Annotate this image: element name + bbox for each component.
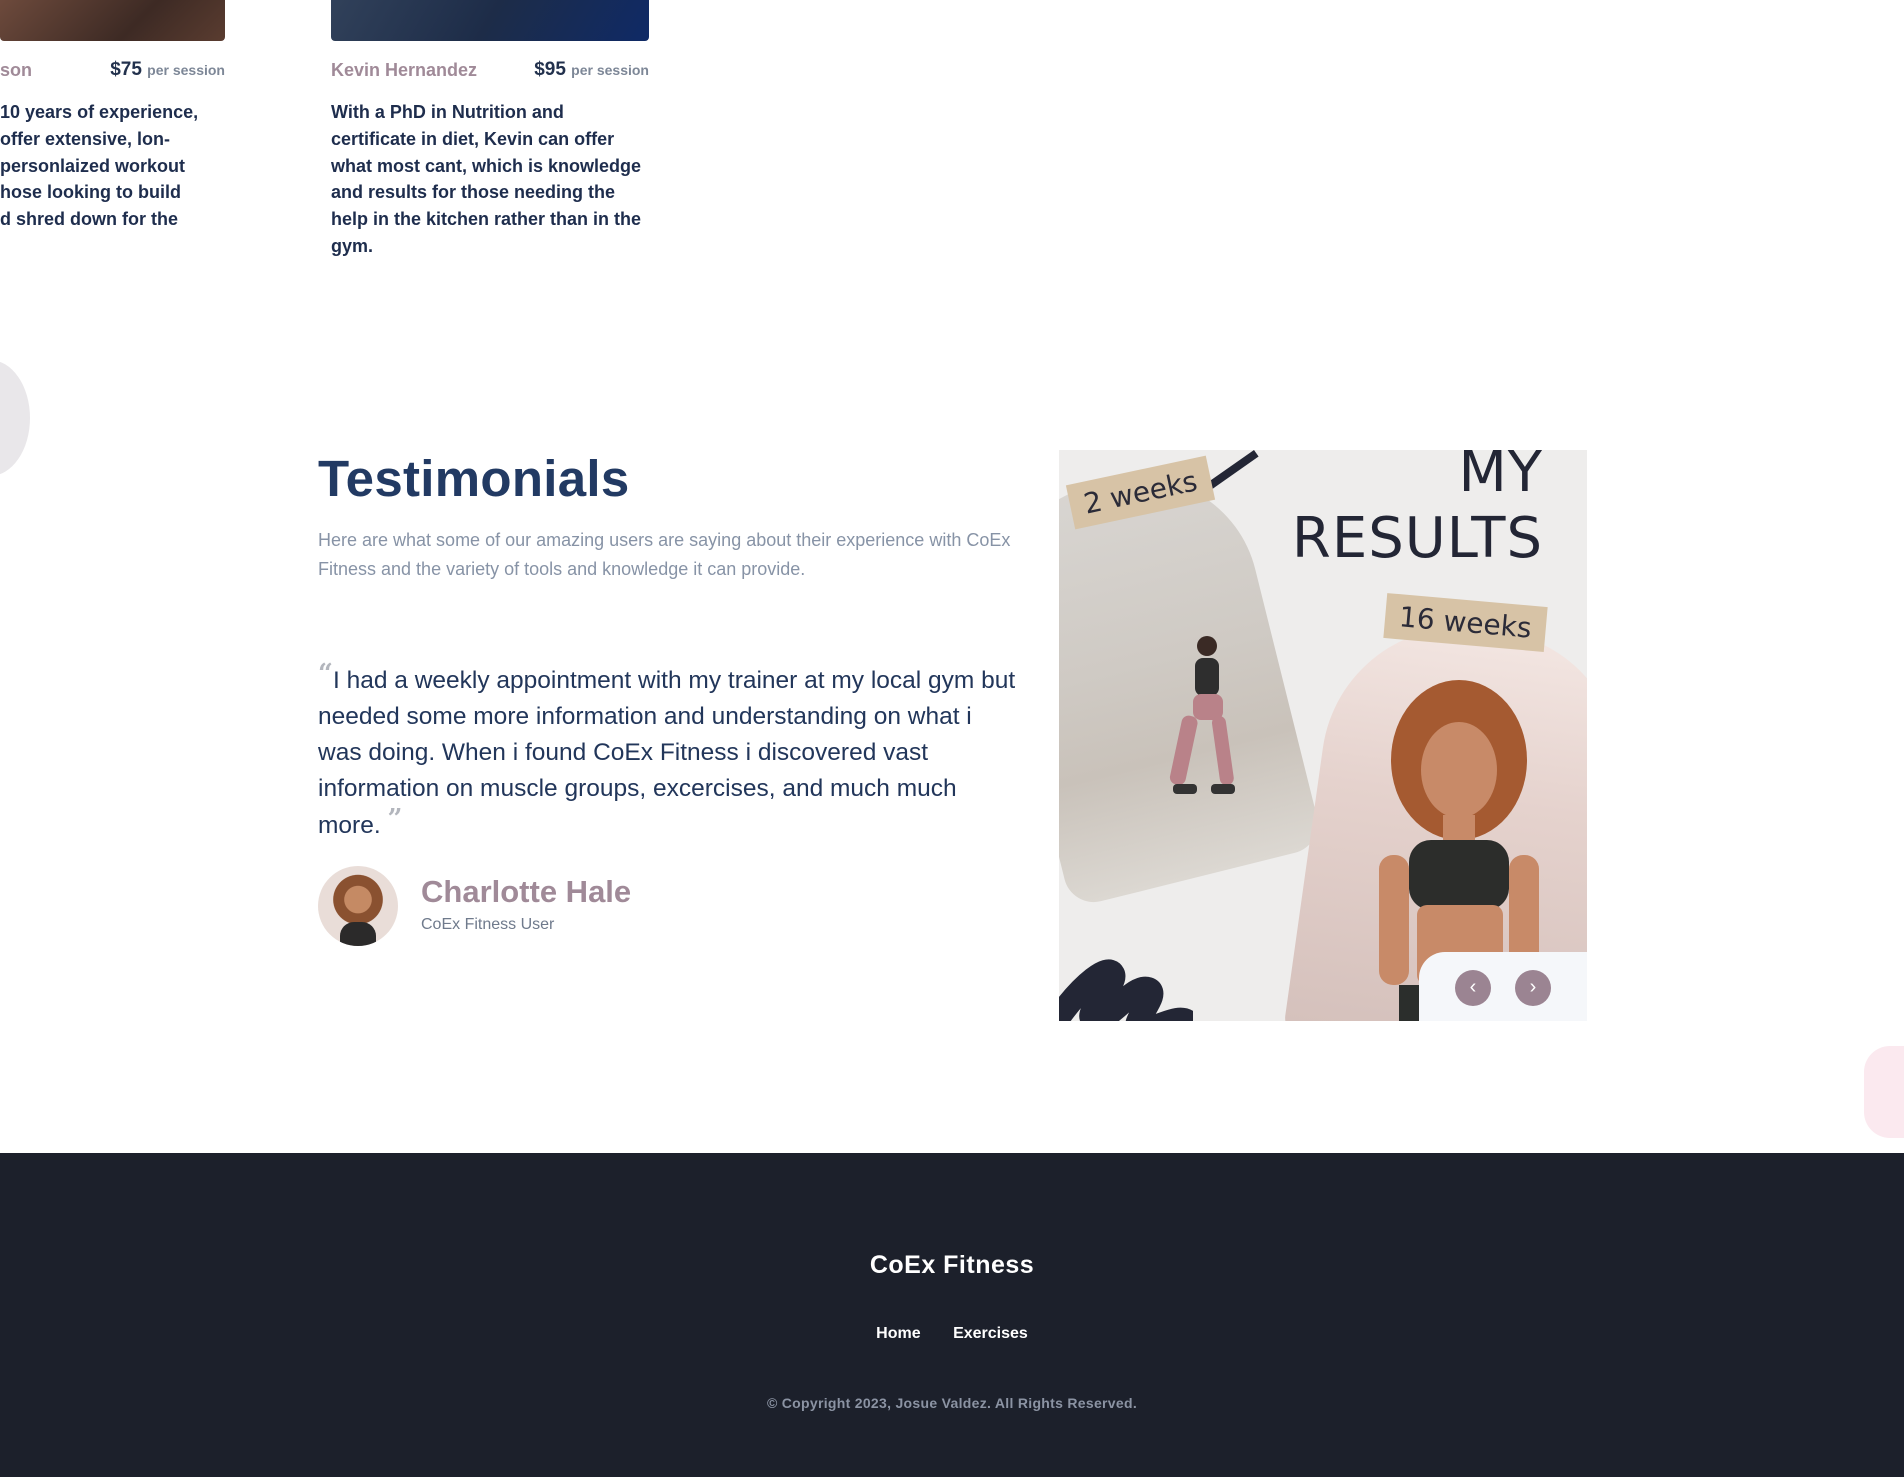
quote-close-icon: ”: [387, 804, 403, 834]
trainer-photo: [0, 0, 225, 41]
quote-text: I had a weekly appointment with my train…: [318, 667, 1016, 839]
footer-link-home[interactable]: Home: [876, 1325, 920, 1342]
testimonial-author: Charlotte Hale: [421, 874, 632, 909]
description-line: d shred down for the: [0, 209, 178, 230]
trainer-name: son: [0, 60, 33, 80]
description-line: personlaized workout: [0, 155, 186, 176]
quote-open-icon: “: [318, 659, 333, 689]
price-value: $75: [110, 59, 142, 80]
previous-slide-button[interactable]: ‹: [1455, 970, 1491, 1006]
trainer-price: $75 per session: [100, 59, 225, 81]
price-unit: per session: [571, 62, 649, 78]
footer-nav: Home Exercises: [0, 1325, 1904, 1343]
description-line: and results for those needing the: [331, 182, 616, 203]
description-line: certificate in diet, Kevin can offer: [331, 128, 615, 149]
copyright-text: © Copyright 2023, Josue Valdez. All Righ…: [766, 1395, 1138, 1411]
results-heading: MY RESULTS: [1292, 450, 1543, 572]
trainer-description: 10 years of experience, offer extensive,…: [0, 99, 230, 233]
description-line: 10 years of experience,: [0, 102, 199, 122]
decorative-blob: [0, 360, 30, 476]
testimonial-quote: “I had a weekly appointment with my trai…: [318, 659, 1018, 844]
scribble-decoration: [1059, 959, 1193, 1021]
footer-brand[interactable]: CoEx Fitness: [0, 1251, 1904, 1280]
testimonial-author-role: CoEx Fitness User: [421, 916, 555, 933]
squatting-woman-figure: [1169, 636, 1235, 794]
footer: CoEx Fitness Home Exercises © Copyright …: [0, 1153, 1904, 1477]
results-heading-line: RESULTS: [1291, 506, 1543, 571]
trainer-name: Kevin Hernandez: [331, 60, 478, 80]
results-heading-line: MY: [1458, 450, 1543, 505]
description-line: offer extensive, lon-: [0, 128, 171, 149]
avatar: [318, 866, 398, 946]
description-line: what most cant, which is knowledge: [331, 155, 642, 176]
trainer-price: $95 per session: [520, 59, 649, 81]
description-line: hose looking to build: [0, 182, 181, 203]
decorative-blob: [1864, 1046, 1904, 1138]
description-line: help in the kitchen rather than in the: [331, 209, 642, 230]
trainer-photo: [331, 0, 649, 41]
decorative-stroke: [1206, 450, 1259, 490]
description-line: gym.: [331, 235, 374, 256]
description-line: With a PhD in Nutrition and: [331, 102, 564, 122]
price-value: $95: [534, 59, 566, 80]
results-slide-image: MY RESULTS 2 weeks 16 weeks ‹ ›: [1059, 450, 1587, 1021]
trainer-description: With a PhD in Nutrition and certificate …: [331, 99, 661, 260]
slider-controls: ‹ ›: [1419, 952, 1587, 1021]
footer-link-exercises[interactable]: Exercises: [953, 1325, 1028, 1342]
section-subtitle: Here are what some of our amazing users …: [318, 530, 1011, 579]
next-slide-button[interactable]: ›: [1515, 970, 1551, 1006]
section-title: Testimonials: [318, 450, 630, 507]
price-unit: per session: [147, 62, 225, 78]
